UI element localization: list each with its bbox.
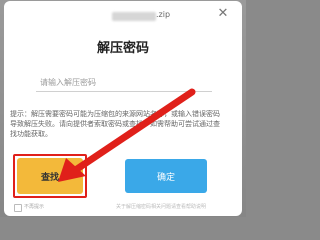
close-icon[interactable]: ✕ [216,7,230,21]
dialog-footer: 不再提示 关于解压缩密码相关问题请查看帮助说明 [4,202,242,214]
footer-help-text: 关于解压缩密码相关问题请查看帮助说明 [116,204,207,210]
dialog-title: 解压密码 [96,41,149,56]
find-button[interactable]: 查找 [17,158,83,194]
dont-show-again-checkbox[interactable] [14,204,22,212]
filename-extension: .zip [156,10,171,19]
password-input[interactable] [36,73,212,92]
filename-row: .zip [4,10,242,24]
dont-show-again-label: 不再提示 [24,204,45,210]
ok-button[interactable]: 确定 [125,159,207,193]
blurred-filename [112,12,156,21]
extract-password-dialog: .zip ✕ 解压密码 提示：解压需要密码可能为压缩包的来源网站名称，或输入错误… [4,1,242,216]
screenshot-stage: .zip ✕ 解压密码 提示：解压需要密码可能为压缩包的来源网站名称，或输入错误… [0,0,246,217]
hint-text: 提示：解压需要密码可能为压缩包的来源网站名称，或输入错误密码导致解压失败。请向提… [10,110,220,138]
